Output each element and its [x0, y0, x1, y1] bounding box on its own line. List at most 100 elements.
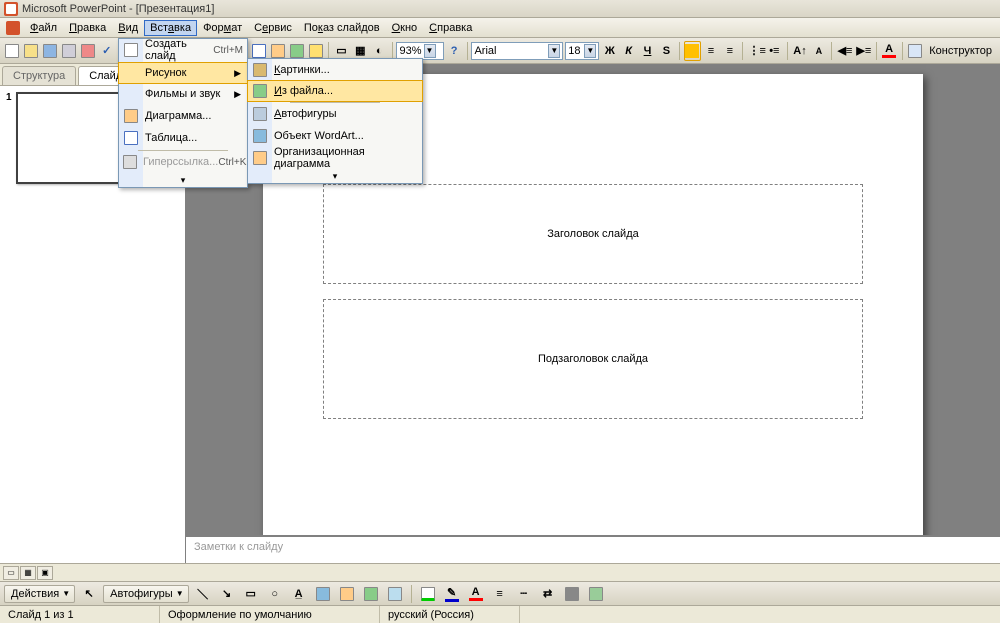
- align-center-button[interactable]: ≡: [703, 41, 720, 61]
- shadow-style-button[interactable]: [562, 584, 582, 604]
- arrow-style-button[interactable]: ⇄: [538, 584, 558, 604]
- menu-expand[interactable]: ▾: [119, 173, 247, 187]
- submenu-autoshapes[interactable]: Автофигуры: [248, 103, 422, 125]
- subtitle-placeholder[interactable]: Подзаголовок слайда: [323, 299, 863, 419]
- picture-icon: [388, 587, 402, 601]
- menu-view[interactable]: Вид: [112, 20, 144, 36]
- sorter-view-button[interactable]: ▦: [20, 566, 36, 580]
- 3d-style-button[interactable]: [586, 584, 606, 604]
- picture-button[interactable]: [385, 584, 405, 604]
- menu-item-label: Гиперссылка...: [143, 156, 218, 168]
- status-slide: Слайд 1 из 1: [0, 606, 160, 623]
- menu-format[interactable]: Формат: [197, 20, 248, 36]
- fill-color-button[interactable]: [418, 584, 438, 604]
- arrow-button[interactable]: ↘: [217, 584, 237, 604]
- menu-new-slide[interactable]: Создать слайд Ctrl+M: [119, 39, 247, 61]
- blank-icon: [123, 86, 139, 102]
- rectangle-button[interactable]: ▭: [241, 584, 261, 604]
- menu-movies-sound[interactable]: Фильмы и звук ▶: [119, 83, 247, 105]
- submenu-from-file[interactable]: Из файла...: [247, 80, 423, 102]
- indent-left-icon: ◀≡: [838, 44, 852, 57]
- save-button[interactable]: [42, 41, 59, 61]
- open-button[interactable]: [23, 41, 40, 61]
- preview-icon: [81, 44, 95, 58]
- decrease-font-button[interactable]: A: [810, 41, 827, 61]
- menu-file[interactable]: Файл: [24, 20, 63, 36]
- submenu-wordart[interactable]: Объект WordArt...: [248, 125, 422, 147]
- align-left-button[interactable]: [684, 41, 701, 61]
- structure-tab[interactable]: Структура: [2, 66, 76, 85]
- shapes-icon: [252, 106, 268, 122]
- app-icon: [4, 2, 18, 16]
- increase-indent-button[interactable]: ▶≡: [855, 41, 872, 61]
- line-button[interactable]: ＼: [193, 584, 213, 604]
- dropdown-arrow-icon: ▼: [176, 589, 184, 598]
- oval-button[interactable]: ○: [265, 584, 285, 604]
- italic-button[interactable]: К: [620, 41, 637, 61]
- font-size-value: 18: [568, 45, 580, 57]
- diagram-button[interactable]: [337, 584, 357, 604]
- zoom-combo[interactable]: 93% ▼: [396, 42, 443, 60]
- font-name-combo[interactable]: Arial ▼: [471, 42, 563, 60]
- select-button[interactable]: ↖: [79, 584, 99, 604]
- new-button[interactable]: [4, 41, 21, 61]
- menu-slideshow[interactable]: Показ слайдов: [298, 20, 386, 36]
- menu-edit[interactable]: Правка: [63, 20, 112, 36]
- menu-item-label: Автофигуры: [274, 108, 418, 120]
- decrease-indent-button[interactable]: ◀≡: [836, 41, 853, 61]
- underline-button[interactable]: Ч: [639, 41, 656, 61]
- help-button[interactable]: ?: [446, 41, 463, 61]
- menu-insert[interactable]: Вставка: [144, 20, 197, 36]
- window-title: Microsoft PowerPoint - [Презентация1]: [22, 3, 214, 15]
- numbered-list-button[interactable]: ⋮≡: [747, 41, 764, 61]
- line-style-button[interactable]: ≡: [490, 584, 510, 604]
- font-color-button[interactable]: A: [881, 41, 898, 61]
- preview-button[interactable]: [79, 41, 96, 61]
- bold-button[interactable]: Ж: [601, 41, 618, 61]
- menu-help[interactable]: Справка: [423, 20, 478, 36]
- actions-dropdown[interactable]: Действия▼: [4, 585, 75, 603]
- increase-font-button[interactable]: A↑: [792, 41, 809, 61]
- submenu-clipart[interactable]: Картинки...: [248, 59, 422, 81]
- submenu-org-chart[interactable]: Организационная диаграмма: [248, 147, 422, 169]
- bullet-list-button[interactable]: •≡: [766, 41, 783, 61]
- align-center-icon: ≡: [704, 45, 718, 57]
- pointer-icon: ↖: [82, 587, 96, 600]
- drawing-toolbar: Действия▼ ↖ Автофигуры▼ ＼ ↘ ▭ ○ A̲ ✎ A ≡…: [0, 581, 1000, 605]
- menu-diagram[interactable]: Диаграмма...: [119, 105, 247, 127]
- align-right-button[interactable]: ≡: [721, 41, 738, 61]
- clipart-button[interactable]: [361, 584, 381, 604]
- arrow-icon: ↘: [220, 587, 234, 600]
- fontcolor-icon: A: [469, 586, 483, 601]
- dash-style-button[interactable]: ┄: [514, 584, 534, 604]
- wordart-button[interactable]: [313, 584, 333, 604]
- normal-view-button[interactable]: ▭: [3, 566, 19, 580]
- shadow-button[interactable]: S: [658, 41, 675, 61]
- spell-button[interactable]: ✓: [98, 41, 115, 61]
- linestyle-icon: ≡: [493, 588, 507, 600]
- separator: [787, 42, 788, 60]
- menu-bar: Файл Правка Вид Вставка Формат Сервис По…: [0, 18, 1000, 38]
- font-color-button[interactable]: A: [466, 584, 486, 604]
- design-button[interactable]: [906, 41, 923, 61]
- menu-expand[interactable]: ▾: [248, 169, 422, 183]
- autoshapes-dropdown[interactable]: Автофигуры▼: [103, 585, 189, 603]
- designer-label[interactable]: Конструктор: [925, 45, 996, 57]
- slideshow-view-button[interactable]: ▣: [37, 566, 53, 580]
- menu-item-label: Диаграмма...: [145, 110, 243, 122]
- oval-icon: ○: [268, 588, 282, 600]
- menu-table[interactable]: Таблица...: [119, 127, 247, 149]
- help-icon: ?: [447, 45, 461, 57]
- play-icon: [309, 44, 323, 58]
- underline-icon: Ч: [641, 45, 655, 57]
- menu-picture[interactable]: Рисунок ▶: [118, 62, 248, 84]
- menu-tools[interactable]: Сервис: [248, 20, 298, 36]
- notes-pane[interactable]: Заметки к слайду: [186, 535, 1000, 563]
- menu-window[interactable]: Окно: [386, 20, 424, 36]
- title-placeholder[interactable]: Заголовок слайда: [323, 184, 863, 284]
- textbox-button[interactable]: A̲: [289, 584, 309, 604]
- italic-icon: К: [622, 45, 636, 57]
- print-button[interactable]: [61, 41, 78, 61]
- font-size-combo[interactable]: 18 ▼: [565, 42, 599, 60]
- line-color-button[interactable]: ✎: [442, 584, 462, 604]
